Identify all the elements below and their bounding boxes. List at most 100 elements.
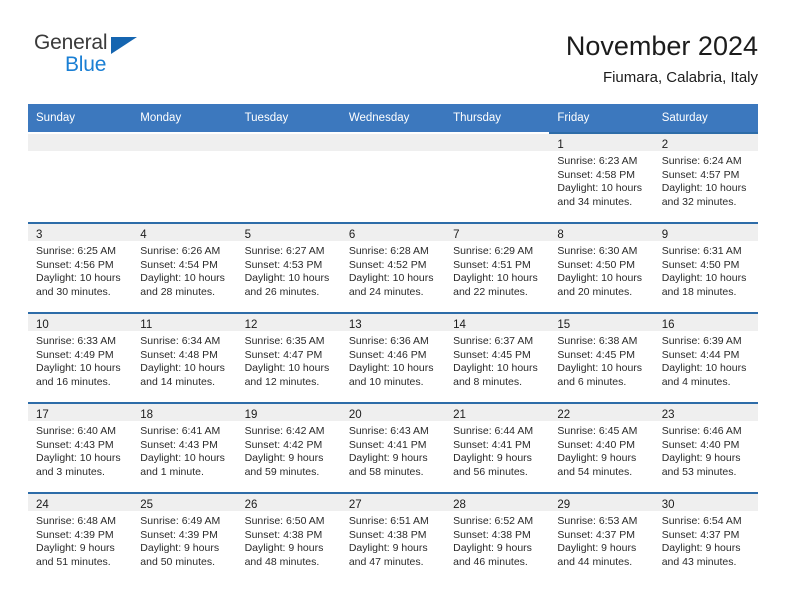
day-cell[interactable]: 29 Sunrise: 6:53 AM Sunset: 4:37 PM Dayligh… (549, 492, 654, 582)
day-cell[interactable]: 30 Sunrise: 6:54 AM Sunset: 4:37 PM Dayligh… (653, 492, 758, 582)
sunrise-text: Sunrise: 6:41 AM (140, 425, 221, 437)
calendar-cell: 15 Sunrise: 6:38 AM Sunset: 4:45 PM Dayligh… (549, 312, 654, 402)
sunset-text: Sunset: 4:43 PM (36, 438, 114, 451)
sunset-text: Sunset: 4:58 PM (557, 168, 636, 181)
day-cell[interactable]: 27 Sunrise: 6:51 AM Sunset: 4:38 PM Dayligh… (340, 492, 446, 582)
day-number-band: 30 (653, 494, 758, 511)
calendar-cell: 13 Sunrise: 6:36 AM Sunset: 4:46 PM Dayligh… (340, 312, 446, 402)
day-details: Sunrise: 6:38 AM Sunset: 4:45 PM Daylight:… (549, 331, 653, 389)
daylight-text-line2: and 28 minutes. (140, 285, 215, 298)
day-number: 7 (453, 229, 460, 241)
day-details: Sunrise: 6:49 AM Sunset: 4:39 PM Daylight:… (132, 511, 236, 569)
day-cell[interactable]: 24 Sunrise: 6:48 AM Sunset: 4:39 PM Dayligh… (28, 492, 133, 582)
day-cell[interactable]: 22 Sunrise: 6:45 AM Sunset: 4:40 PM Dayligh… (549, 402, 654, 492)
day-cell[interactable]: 2 Sunrise: 6:24 AM Sunset: 4:57 PM Daylight… (653, 132, 758, 222)
day-number-band: 21 (445, 404, 550, 421)
day-cell[interactable]: 15 Sunrise: 6:38 AM Sunset: 4:45 PM Dayligh… (549, 312, 654, 402)
day-number: 15 (557, 319, 571, 331)
day-number-band: 4 (132, 224, 237, 241)
day-details: Sunrise: 6:27 AM Sunset: 4:53 PM Daylight:… (237, 241, 341, 299)
calendar-cell: 7 Sunrise: 6:29 AM Sunset: 4:51 PM Daylight… (445, 222, 550, 312)
calendar-week-row: 17 Sunrise: 6:40 AM Sunset: 4:43 PM Dayligh… (28, 402, 758, 492)
day-cell[interactable]: 14 Sunrise: 6:37 AM Sunset: 4:45 PM Dayligh… (445, 312, 550, 402)
day-cell[interactable]: 26 Sunrise: 6:50 AM Sunset: 4:38 PM Dayligh… (236, 492, 341, 582)
calendar-cell: 25 Sunrise: 6:49 AM Sunset: 4:39 PM Dayligh… (132, 492, 237, 582)
day-cell[interactable]: 13 Sunrise: 6:36 AM Sunset: 4:46 PM Dayligh… (340, 312, 446, 402)
day-details: Sunrise: 6:45 AM Sunset: 4:40 PM Daylight:… (549, 421, 653, 479)
day-number: 17 (36, 409, 49, 421)
day-cell[interactable]: 5 Sunrise: 6:27 AM Sunset: 4:53 PM Daylight… (236, 222, 341, 312)
calendar-cell-empty (28, 132, 133, 222)
calendar-cell: 28 Sunrise: 6:52 AM Sunset: 4:38 PM Dayligh… (445, 492, 550, 582)
day-cell[interactable]: 9 Sunrise: 6:31 AM Sunset: 4:50 PM Daylight… (653, 222, 758, 312)
day-number: 5 (244, 229, 251, 241)
calendar-cell: 10 Sunrise: 6:33 AM Sunset: 4:49 PM Dayligh… (28, 312, 133, 402)
sunrise-text: Sunrise: 6:31 AM (661, 245, 742, 257)
day-details: Sunrise: 6:43 AM Sunset: 4:41 PM Daylight:… (341, 421, 445, 479)
day-cell[interactable]: 17 Sunrise: 6:40 AM Sunset: 4:43 PM Dayligh… (28, 402, 133, 492)
sunset-text: Sunset: 4:38 PM (244, 528, 323, 541)
weekday-header-tuesday: Tuesday (236, 104, 341, 132)
day-cell[interactable]: 18 Sunrise: 6:41 AM Sunset: 4:43 PM Dayligh… (132, 402, 237, 492)
day-cell[interactable]: 1 Sunrise: 6:23 AM Sunset: 4:58 PM Daylight… (549, 132, 654, 222)
day-details: Sunrise: 6:36 AM Sunset: 4:46 PM Daylight:… (341, 331, 445, 389)
day-details: Sunrise: 6:31 AM Sunset: 4:50 PM Daylight:… (654, 241, 758, 299)
daylight-text-line1: Daylight: 10 hours (244, 272, 330, 285)
sunset-text: Sunset: 4:45 PM (453, 348, 531, 361)
day-number-band: 5 (236, 224, 341, 241)
calendar-cell: 2 Sunrise: 6:24 AM Sunset: 4:57 PM Daylight… (653, 132, 758, 222)
day-cell-empty (236, 132, 341, 222)
sunset-text: Sunset: 4:49 PM (36, 348, 114, 361)
daylight-text-line1: Daylight: 9 hours (36, 542, 115, 555)
day-number-band: 20 (340, 404, 446, 421)
day-number: 27 (348, 499, 362, 511)
day-cell[interactable]: 8 Sunrise: 6:30 AM Sunset: 4:50 PM Daylight… (549, 222, 654, 312)
day-number-band: 27 (340, 494, 446, 511)
weekday-header-monday: Monday (132, 104, 237, 132)
day-cell[interactable]: 3 Sunrise: 6:25 AM Sunset: 4:56 PM Daylight… (28, 222, 133, 312)
day-cell[interactable]: 4 Sunrise: 6:26 AM Sunset: 4:54 PM Daylight… (132, 222, 237, 312)
title-block: November 2024 Fiumara, Calabria, Italy (566, 30, 758, 89)
day-cell[interactable]: 6 Sunrise: 6:28 AM Sunset: 4:52 PM Daylight… (340, 222, 446, 312)
calendar-cell: 21 Sunrise: 6:44 AM Sunset: 4:41 PM Dayligh… (445, 402, 550, 492)
sunset-text: Sunset: 4:40 PM (661, 438, 740, 451)
daylight-text-line2: and 51 minutes. (36, 555, 111, 568)
daylight-text-line1: Daylight: 10 hours (557, 362, 643, 375)
sunset-text: Sunset: 4:53 PM (244, 258, 323, 271)
sunset-text: Sunset: 4:57 PM (661, 168, 740, 181)
day-number-band: 25 (132, 494, 237, 511)
day-number: 22 (557, 409, 571, 421)
day-cell[interactable]: 23 Sunrise: 6:46 AM Sunset: 4:40 PM Dayligh… (653, 402, 758, 492)
daylight-text-line1: Daylight: 9 hours (244, 542, 324, 555)
daylight-text-line1: Daylight: 10 hours (36, 272, 121, 285)
daylight-text-line1: Daylight: 10 hours (348, 362, 434, 375)
day-cell[interactable]: 20 Sunrise: 6:43 AM Sunset: 4:41 PM Dayligh… (340, 402, 446, 492)
day-cell[interactable]: 19 Sunrise: 6:42 AM Sunset: 4:42 PM Dayligh… (236, 402, 341, 492)
day-cell[interactable]: 28 Sunrise: 6:52 AM Sunset: 4:38 PM Dayligh… (445, 492, 550, 582)
calendar-cell: 8 Sunrise: 6:30 AM Sunset: 4:50 PM Daylight… (549, 222, 654, 312)
sunset-text: Sunset: 4:54 PM (140, 258, 218, 271)
day-number-band: 9 (653, 224, 758, 241)
day-number-band: 3 (28, 224, 133, 241)
calendar-cell: 29 Sunrise: 6:53 AM Sunset: 4:37 PM Dayligh… (549, 492, 654, 582)
day-number: 18 (140, 409, 154, 421)
calendar-cell: 22 Sunrise: 6:45 AM Sunset: 4:40 PM Dayligh… (549, 402, 654, 492)
day-number: 14 (453, 319, 466, 331)
day-cell-empty (28, 132, 133, 222)
daylight-text-line1: Daylight: 10 hours (140, 452, 225, 465)
day-cell[interactable]: 16 Sunrise: 6:39 AM Sunset: 4:44 PM Dayligh… (653, 312, 758, 402)
day-number: 8 (557, 229, 564, 241)
day-cell[interactable]: 7 Sunrise: 6:29 AM Sunset: 4:51 PM Daylight… (445, 222, 550, 312)
daylight-text-line1: Daylight: 10 hours (661, 362, 747, 375)
day-cell[interactable]: 12 Sunrise: 6:35 AM Sunset: 4:47 PM Dayligh… (236, 312, 341, 402)
day-cell[interactable]: 25 Sunrise: 6:49 AM Sunset: 4:39 PM Dayligh… (132, 492, 237, 582)
day-cell[interactable]: 11 Sunrise: 6:34 AM Sunset: 4:48 PM Dayligh… (132, 312, 237, 402)
sunset-text: Sunset: 4:44 PM (661, 348, 740, 361)
day-number-band: 16 (653, 314, 758, 331)
day-number: 26 (244, 499, 258, 511)
day-cell[interactable]: 10 Sunrise: 6:33 AM Sunset: 4:49 PM Dayligh… (28, 312, 133, 402)
sunset-text: Sunset: 4:50 PM (661, 258, 740, 271)
sunrise-text: Sunrise: 6:24 AM (661, 155, 742, 167)
day-cell[interactable]: 21 Sunrise: 6:44 AM Sunset: 4:41 PM Dayligh… (445, 402, 550, 492)
calendar-cell: 4 Sunrise: 6:26 AM Sunset: 4:54 PM Daylight… (132, 222, 237, 312)
